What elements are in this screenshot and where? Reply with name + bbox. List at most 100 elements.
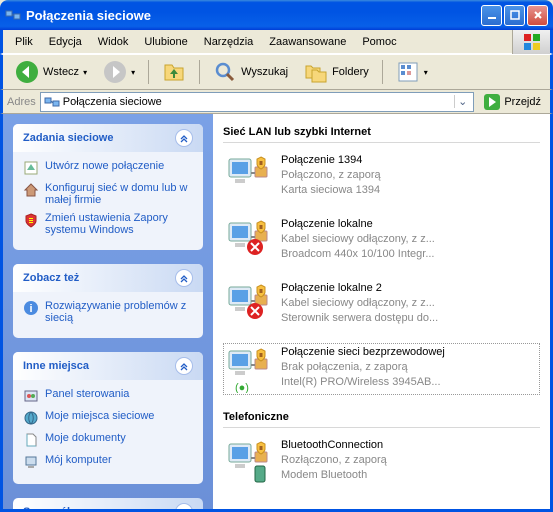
connection-item[interactable]: BluetoothConnectionRozłączono, z zaporąM… (223, 436, 540, 488)
search-button[interactable]: Wyszukaj (207, 57, 294, 87)
connection-device: Sterownik serwera dostępu do... (281, 311, 438, 326)
netplace-icon (23, 410, 39, 426)
menu-advanced[interactable]: Zaawansowane (261, 33, 354, 51)
menu-favorites[interactable]: Ulubione (136, 33, 195, 51)
panel-link-text: Utwórz nowe połączenie (45, 160, 164, 172)
connection-name: Połączenie lokalne (281, 217, 435, 232)
tasks-panel: Zadania sieciowe Utwórz nowe połączenie Ko… (3, 114, 213, 509)
panel-link-text: Konfiguruj sieć w domu lub w małej firmi… (45, 182, 193, 206)
panel-link[interactable]: Mój komputer (23, 454, 193, 470)
wizard-icon (23, 160, 39, 176)
titlebar: Połączenia sieciowe (0, 0, 553, 30)
svg-text:i: i (29, 303, 32, 315)
panel-link[interactable]: Zmień ustawienia Zapory systemu Windows (23, 212, 193, 236)
window-title: Połączenia sieciowe (26, 8, 481, 23)
connection-status: Kabel sieciowy odłączony, z z... (281, 296, 438, 311)
panel-body: iRozwiązywanie problemów z siecią (13, 292, 203, 338)
forward-button[interactable]: ▾ (97, 57, 141, 87)
panel-link-text: Mój komputer (45, 454, 112, 466)
connections-list: Sieć LAN lub szybki Internet Połączenie 1… (213, 114, 550, 509)
go-button[interactable]: Przejdź (478, 91, 546, 113)
windows-logo-icon (512, 30, 550, 54)
go-icon (483, 93, 501, 111)
folders-icon (304, 60, 328, 84)
connection-status: Połączono, z zaporą (281, 168, 381, 183)
connection-device: Modem Bluetooth (281, 468, 387, 483)
views-button[interactable]: ▾ (390, 57, 434, 87)
menu-help[interactable]: Pomoc (354, 33, 404, 51)
back-icon (15, 60, 39, 84)
connection-name: Połączenie 1394 (281, 153, 381, 168)
connection-name: BluetoothConnection (281, 438, 387, 453)
menu-file[interactable]: Plik (7, 33, 41, 51)
panel-title: Inne miejsca (23, 360, 89, 372)
connection-name: Połączenie lokalne 2 (281, 281, 438, 296)
connection-item[interactable]: Połączenie 1394Połączono, z zaporąKarta … (223, 151, 540, 203)
toolbar-divider (199, 60, 200, 84)
panel-link[interactable]: Konfiguruj sieć w domu lub w małej firmi… (23, 182, 193, 206)
connection-item[interactable]: (●) Połączenie sieci bezprzewodowejBrak p… (223, 343, 540, 395)
connection-icon (225, 438, 273, 486)
connection-text: Połączenie sieci bezprzewodowejBrak połą… (281, 345, 445, 393)
panel-link[interactable]: Utwórz nowe połączenie (23, 160, 193, 176)
address-input[interactable]: Połączenia sieciowe ⌄ (40, 92, 475, 112)
connection-status: Kabel sieciowy odłączony, z z... (281, 232, 435, 247)
address-icon (44, 94, 60, 110)
menubar: Plik Edycja Widok Ulubione Narzędzia Zaa… (0, 30, 553, 54)
connection-text: Połączenie lokalneKabel sieciowy odłączo… (281, 217, 435, 265)
panel-title: Zadania sieciowe (23, 132, 113, 144)
shield-icon (23, 212, 39, 228)
connection-status: Rozłączono, z zaporą (281, 453, 387, 468)
connection-icon (225, 153, 273, 201)
panel-title: Zobacz też (23, 272, 79, 284)
menu-edit[interactable]: Edycja (41, 33, 90, 51)
collapse-icon[interactable] (175, 269, 193, 287)
panel-header[interactable]: Inne miejsca (13, 352, 203, 380)
toolbar-divider (148, 60, 149, 84)
house-icon (23, 182, 39, 198)
forward-icon (103, 60, 127, 84)
panel-link[interactable]: Moje dokumenty (23, 432, 193, 448)
panel-link-text: Moje miejsca sieciowe (45, 410, 154, 422)
connection-item[interactable]: Połączenie lokalneKabel sieciowy odłączo… (223, 215, 540, 267)
up-button[interactable] (156, 57, 192, 87)
panel-header[interactable]: Zobacz też (13, 264, 203, 292)
group-heading: Sieć LAN lub szybki Internet (223, 122, 540, 143)
panel-header[interactable]: Zadania sieciowe (13, 124, 203, 152)
chevron-down-icon: ▾ (83, 68, 87, 77)
panel-0: Zadania sieciowe Utwórz nowe połączenie Ko… (13, 124, 203, 250)
computer-icon (23, 454, 39, 470)
panel-body: Utwórz nowe połączenie Konfiguruj sieć w … (13, 152, 203, 250)
address-dropdown[interactable]: ⌄ (454, 95, 470, 108)
chevron-down-icon: ▾ (131, 68, 135, 77)
close-button[interactable] (527, 5, 548, 26)
cpl-icon (23, 388, 39, 404)
minimize-button[interactable] (481, 5, 502, 26)
panel-link-text: Moje dokumenty (45, 432, 126, 444)
panel-link[interactable]: Moje miejsca sieciowe (23, 410, 193, 426)
svg-text:(●): (●) (235, 382, 249, 393)
panel-link[interactable]: Panel sterowania (23, 388, 193, 404)
chevron-down-icon: ▾ (424, 68, 428, 77)
collapse-icon[interactable] (175, 129, 193, 147)
views-icon (396, 60, 420, 84)
connection-text: Połączenie 1394Połączono, z zaporąKarta … (281, 153, 381, 201)
toolbar-divider (382, 60, 383, 84)
collapse-icon[interactable] (175, 357, 193, 375)
maximize-button[interactable] (504, 5, 525, 26)
menu-tools[interactable]: Narzędzia (196, 33, 262, 51)
folders-button[interactable]: Foldery (298, 57, 375, 87)
connection-text: Połączenie lokalne 2Kabel sieciowy odłąc… (281, 281, 438, 329)
panel-link[interactable]: iRozwiązywanie problemów z siecią (23, 300, 193, 324)
info-icon: i (23, 300, 39, 316)
group-heading: Telefoniczne (223, 407, 540, 428)
collapse-icon[interactable] (175, 503, 193, 509)
panel-header[interactable]: Szczegóły (13, 498, 203, 509)
back-button[interactable]: Wstecz ▾ (9, 57, 93, 87)
connection-device: Intel(R) PRO/Wireless 3945AB... (281, 375, 445, 390)
connection-text: BluetoothConnectionRozłączono, z zaporąM… (281, 438, 387, 486)
connection-item[interactable]: Połączenie lokalne 2Kabel sieciowy odłąc… (223, 279, 540, 331)
panel-body: Panel sterowania Moje miejsca sieciowe Moj… (13, 380, 203, 484)
menu-view[interactable]: Widok (90, 33, 137, 51)
connection-icon (225, 217, 273, 265)
